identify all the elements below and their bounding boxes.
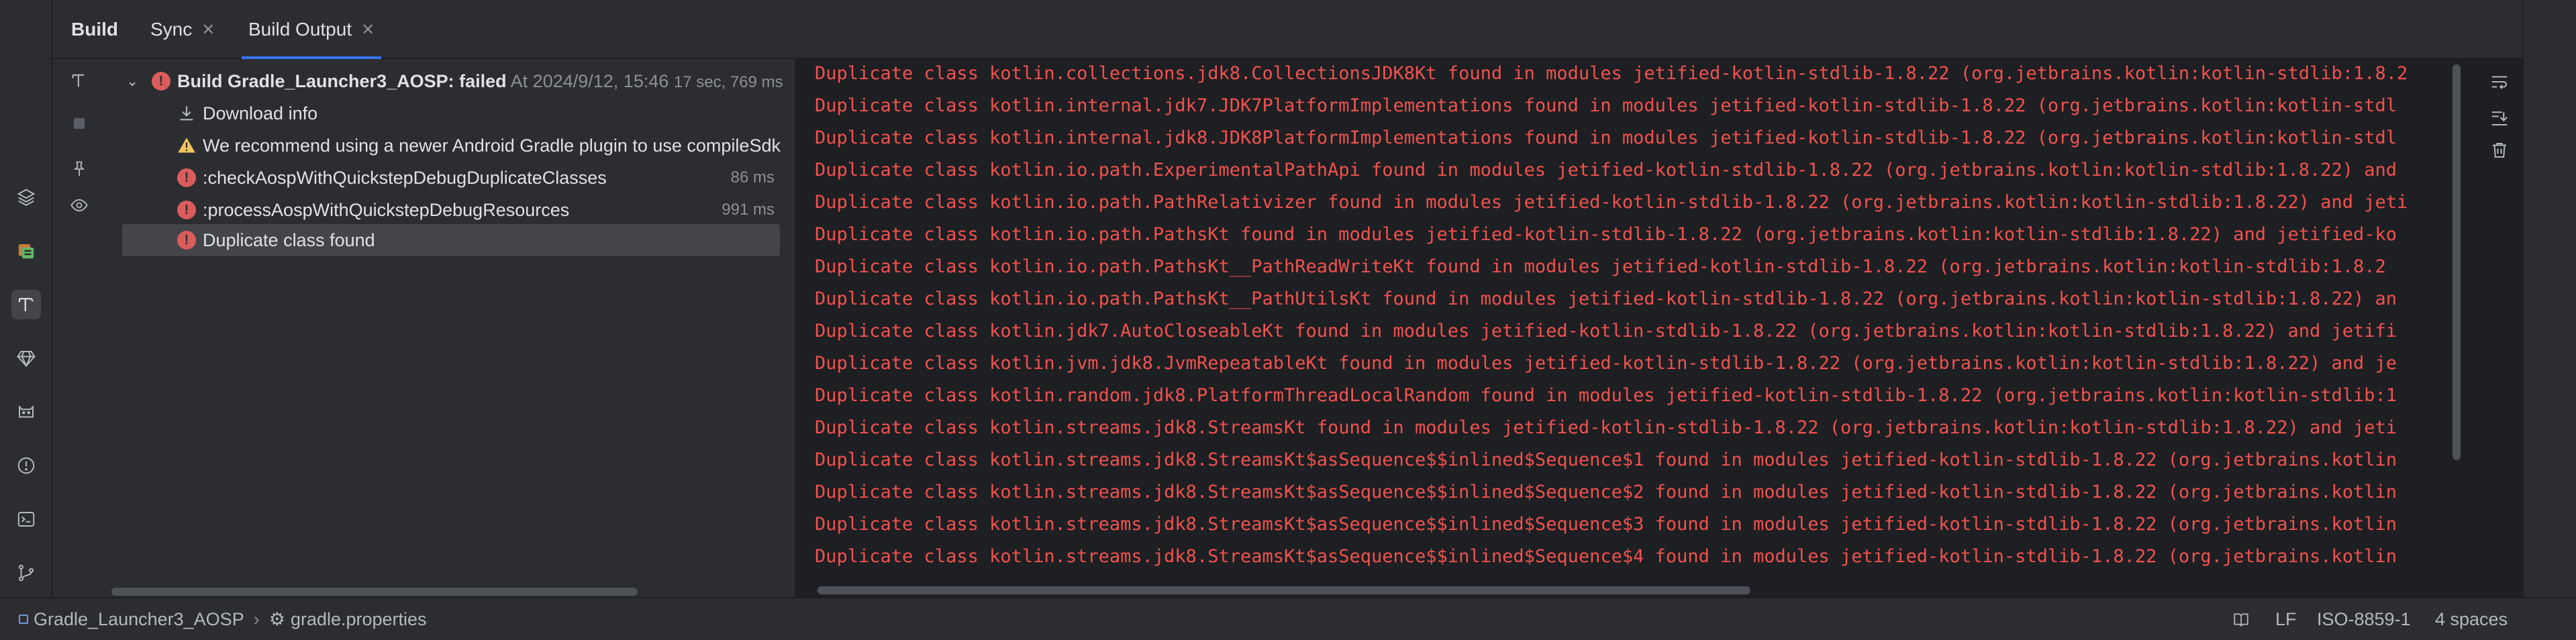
tab-sync-label: Sync — [150, 19, 193, 40]
tree-item-label: Download info — [203, 103, 318, 123]
status-bar: Gradle_Launcher3_AOSP › ⚙ gradle.propert… — [0, 597, 2576, 640]
console-line: Duplicate class kotlin.jdk7.AutoCloseabl… — [815, 321, 2397, 341]
error-icon: ! — [177, 168, 196, 187]
console-line: Duplicate class kotlin.random.jdk8.Platf… — [815, 385, 2397, 406]
tree-item-check-duplicate-classes[interactable]: ! :checkAospWithQuickstepDebugDuplicateC… — [106, 162, 795, 193]
error-icon: ! — [152, 72, 170, 91]
error-icon: ! — [177, 231, 196, 250]
build-timestamp: At 2024/9/12, 15:46 — [510, 70, 669, 91]
console-line: Duplicate class kotlin.streams.jdk8.Stre… — [815, 449, 2397, 470]
tab-sync[interactable]: Sync ✕ — [150, 0, 215, 59]
tree-item-duplicate-class-found[interactable]: ! Duplicate class found — [122, 224, 780, 256]
tree-item-process-resources[interactable]: ! :processAospWithQuickstepDebugResource… — [106, 195, 795, 225]
close-icon[interactable]: ✕ — [201, 20, 215, 40]
tree-item-warning[interactable]: We recommend using a newer Android Gradl… — [106, 130, 795, 161]
console-toolbar — [2477, 59, 2522, 597]
scroll-to-end-icon[interactable] — [2487, 106, 2512, 130]
tree-item-duration: 86 ms — [730, 168, 775, 186]
tab-build-output[interactable]: Build Output ✕ — [241, 0, 382, 59]
build-duration: 17 sec, 769 ms — [673, 72, 783, 91]
warning-icon — [177, 136, 196, 155]
console-line: Duplicate class kotlin.internal.jdk8.JDK… — [815, 127, 2397, 148]
gem-icon[interactable] — [11, 343, 41, 373]
console-line: Duplicate class kotlin.streams.jdk8.Stre… — [815, 482, 2397, 502]
console-line: Duplicate class kotlin.streams.jdk8.Stre… — [815, 514, 2397, 535]
gear-icon: ⚙ — [268, 608, 285, 629]
console-line: Duplicate class kotlin.io.path.Experimen… — [815, 160, 2397, 180]
console-horizontal-scrollbar[interactable] — [818, 586, 1750, 594]
splitter[interactable] — [795, 59, 801, 597]
error-icon: ! — [177, 201, 196, 219]
console-line: Duplicate class kotlin.io.path.PathsKt__… — [815, 288, 2397, 309]
chevron-right-icon: › — [253, 608, 260, 629]
console-vertical-scrollbar[interactable] — [2453, 64, 2461, 460]
tree-item-label: :checkAospWithQuickstepDebugDuplicateCla… — [203, 167, 607, 188]
build-tree: ⌄ ! Build Gradle_Launcher3_AOSP: failed … — [106, 59, 795, 597]
chevron-down-icon[interactable]: ⌄ — [126, 72, 138, 90]
console-line: Duplicate class kotlin.io.path.PathsKt f… — [815, 224, 2397, 245]
build-icon[interactable] — [11, 290, 41, 319]
breadcrumb-project[interactable]: Gradle_Launcher3_AOSP — [34, 609, 244, 630]
tree-item-download-info[interactable]: Download info — [106, 98, 795, 129]
tab-build[interactable]: Build — [71, 0, 118, 59]
tree-item-label: We recommend using a newer Android Gradl… — [203, 135, 781, 156]
line-separator[interactable]: LF — [2275, 598, 2297, 640]
build-status: failed — [459, 70, 507, 91]
console-line: Duplicate class kotlin.collections.jdk8.… — [815, 63, 2408, 84]
tab-build-label: Build — [71, 19, 118, 40]
tab-build-output-label: Build Output — [248, 19, 352, 40]
build-root-node[interactable]: ⌄ ! Build Gradle_Launcher3_AOSP: failed … — [106, 66, 795, 97]
console-line: Duplicate class kotlin.streams.jdk8.Stre… — [815, 546, 2397, 567]
tree-horizontal-scrollbar[interactable] — [111, 588, 638, 596]
layers-icon[interactable] — [11, 182, 41, 212]
console-line: Duplicate class kotlin.jvm.jdk8.JvmRepea… — [815, 353, 2397, 374]
git-icon[interactable] — [11, 558, 41, 588]
console-line: Duplicate class kotlin.internal.jdk7.JDK… — [815, 95, 2397, 116]
logcat-icon[interactable] — [11, 397, 41, 427]
problems-icon[interactable] — [11, 451, 41, 480]
indent-setting[interactable]: 4 spaces — [2435, 598, 2508, 640]
trash-icon[interactable] — [2487, 138, 2512, 162]
file-encoding[interactable]: ISO-8859-1 — [2317, 598, 2411, 640]
breadcrumb-file[interactable]: gradle.properties — [291, 609, 427, 630]
tool-window-header: Build Sync ✕ Build Output ✕ — [52, 0, 2522, 59]
breadcrumb: Gradle_Launcher3_AOSP › ⚙ gradle.propert… — [19, 598, 427, 640]
download-icon — [177, 104, 196, 123]
tree-item-label: Duplicate class found — [203, 229, 375, 250]
console-line: Duplicate class kotlin.streams.jdk8.Stre… — [815, 417, 2397, 438]
module-icon — [19, 615, 28, 624]
eye-icon[interactable] — [67, 193, 91, 217]
close-icon[interactable]: ✕ — [361, 20, 375, 40]
pin-icon[interactable] — [67, 157, 91, 181]
build-root-label: Build Gradle_Launcher3_AOSP: — [177, 70, 454, 91]
stop-icon[interactable] — [67, 111, 91, 136]
build-console: Duplicate class kotlin.collections.jdk8.… — [801, 59, 2459, 597]
console-line: Duplicate class kotlin.io.path.PathRelat… — [815, 192, 2408, 213]
rebuild-icon[interactable] — [67, 68, 91, 93]
resource-manager-icon[interactable] — [11, 236, 41, 266]
terminal-icon[interactable] — [11, 504, 41, 534]
tree-item-duration: 991 ms — [722, 201, 775, 219]
tree-item-label: :processAospWithQuickstepDebugResources — [203, 199, 570, 220]
soft-wrap-icon[interactable] — [2487, 70, 2512, 94]
console-line: Duplicate class kotlin.io.path.PathsKt__… — [815, 256, 2386, 277]
tool-window-stripe — [0, 0, 52, 597]
build-tree-toolbar — [52, 59, 106, 597]
right-tool-stripe — [2522, 0, 2576, 597]
reader-mode-icon[interactable] — [2232, 598, 2250, 640]
